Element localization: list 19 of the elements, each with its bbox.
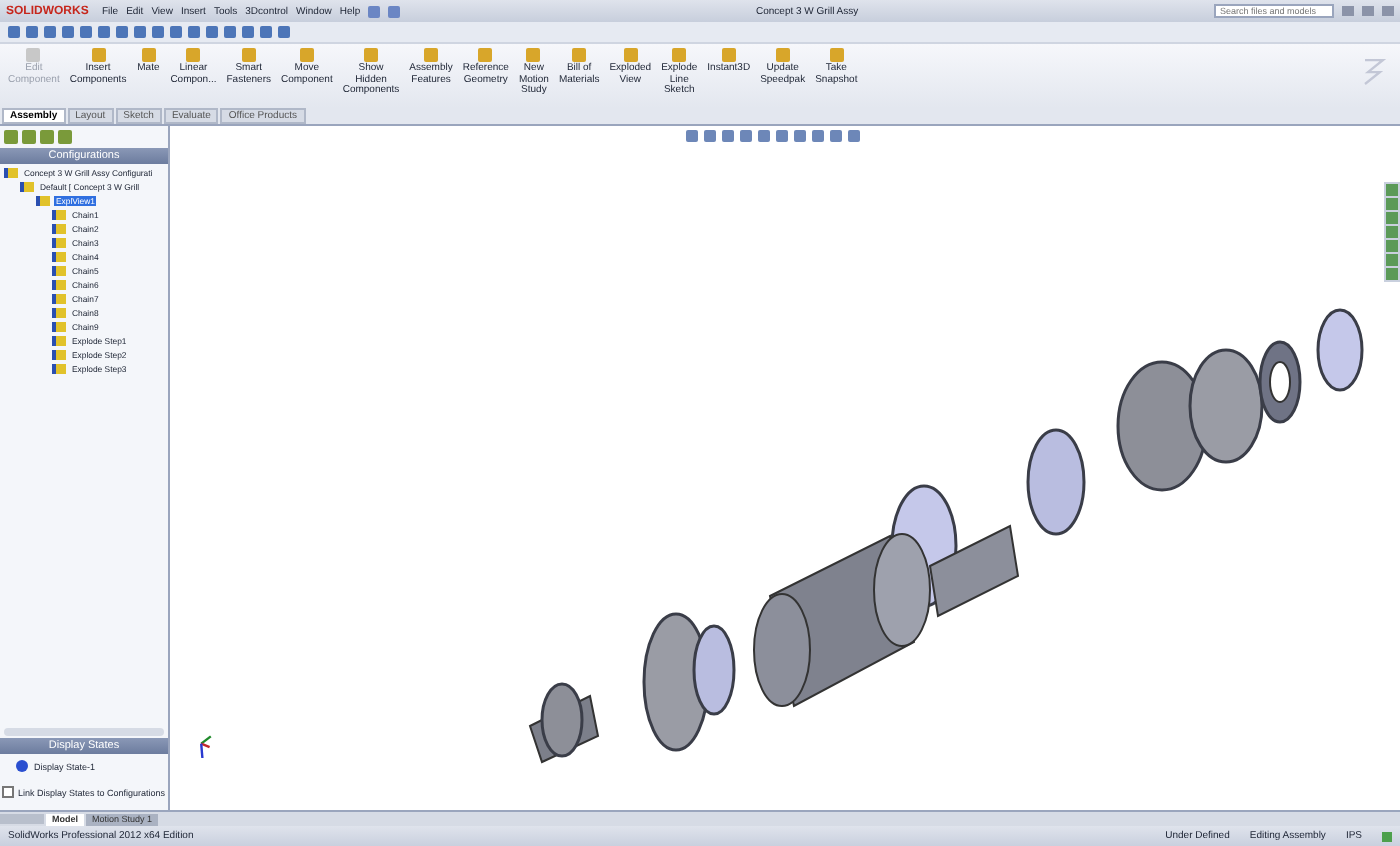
command-icon [829, 48, 844, 62]
horizontal-scrollbar[interactable] [4, 728, 164, 736]
command-icon [91, 48, 106, 62]
command-icon [299, 48, 314, 62]
command-icon [241, 48, 256, 62]
command-icon [775, 48, 790, 62]
command-icon [672, 48, 687, 62]
command-icon [141, 48, 156, 62]
checkbox[interactable] [2, 786, 14, 798]
command-icon [364, 48, 378, 62]
command-icon [186, 48, 201, 62]
command-icon [424, 48, 439, 62]
command-icon [478, 48, 493, 62]
command-icon [623, 48, 638, 62]
command-icon [721, 48, 736, 62]
display-state-icon [16, 760, 28, 772]
command-icon [26, 48, 41, 62]
command-icon [572, 48, 587, 62]
command-icon [526, 48, 541, 62]
